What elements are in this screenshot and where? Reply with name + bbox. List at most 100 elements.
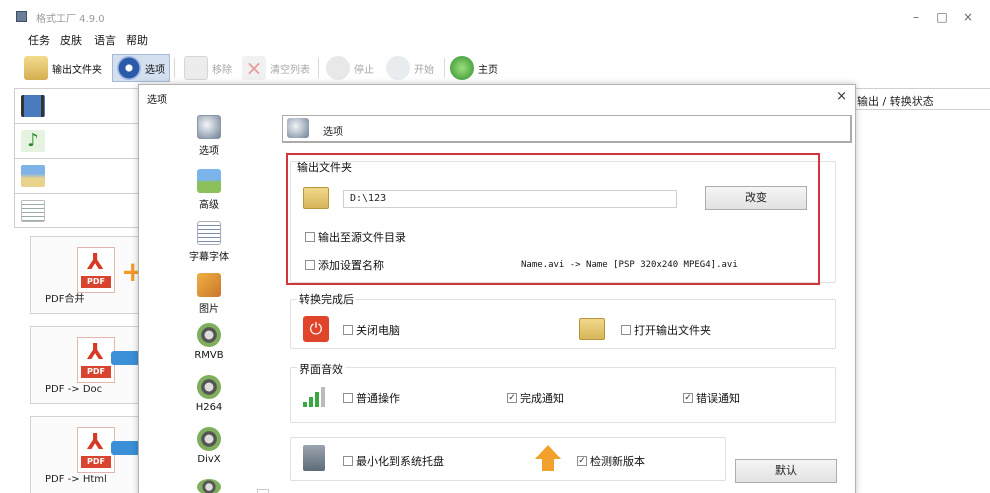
film-reel-icon	[197, 323, 221, 347]
pdf-file-icon: ⅄ PDF	[77, 247, 115, 293]
power-icon: ⏻	[303, 316, 329, 342]
checkbox-label: 普通操作	[356, 392, 400, 405]
checkbox-box[interactable]	[343, 393, 353, 403]
settings-gear-icon	[117, 56, 141, 80]
options-header-label: 选项	[323, 127, 343, 138]
category-audio[interactable]: ♪	[15, 124, 141, 159]
remove-button[interactable]: 移除	[184, 54, 232, 82]
minimize-button[interactable]: –	[908, 10, 924, 24]
options-header: 选项	[282, 115, 852, 143]
open-output-folder-checkbox[interactable]: 打开输出文件夹	[621, 322, 711, 338]
options-icon	[287, 118, 309, 138]
tile-pdf-to-doc[interactable]: ⅄ PDF PDF -> Doc	[30, 326, 143, 404]
start-button[interactable]: 开始	[386, 54, 434, 82]
film-reel-icon	[197, 427, 221, 451]
menu-task[interactable]: 任务	[28, 32, 50, 48]
update-arrow-stem	[542, 459, 554, 471]
nav-scrollbar[interactable]	[257, 489, 269, 493]
checkbox-label: 完成通知	[520, 392, 564, 405]
subtitle-doc-icon	[197, 221, 221, 245]
document-edit-icon	[21, 200, 45, 222]
window-title: 格式工厂 4.9.0	[36, 14, 105, 25]
check-update-checkbox[interactable]: ✓ 检测新版本	[577, 453, 645, 469]
status-column-header[interactable]: 输出 / 转换状态	[853, 88, 990, 110]
picture-icon	[197, 273, 221, 297]
checkbox-box[interactable]	[343, 456, 353, 466]
tile-pdf-merge[interactable]: ⅄ PDF + PDF合并	[30, 236, 144, 314]
tile-label: PDF -> Doc	[45, 384, 103, 395]
options-button[interactable]: 选项	[112, 54, 170, 82]
nav-item-subtitle-font[interactable]: 字幕字体	[179, 221, 239, 263]
document-tools-list: ⅄ PDF + PDF合并 ⅄ PDF PDF -> Doc ⅄ PDF PDF ->…	[30, 236, 144, 493]
checkbox-box[interactable]	[343, 325, 353, 335]
output-folder-label: 输出文件夹	[52, 64, 102, 76]
landscape-picture-icon	[21, 165, 45, 187]
default-button[interactable]: 默认	[735, 459, 837, 483]
dialog-close-icon[interactable]: ×	[836, 89, 847, 104]
dialog-title: 选项	[147, 95, 167, 106]
nav-label: DivX	[197, 454, 221, 465]
start-label: 开始	[414, 64, 434, 76]
clear-list-label: 清空列表	[270, 64, 310, 76]
start-play-icon	[386, 56, 410, 80]
normal-operation-checkbox[interactable]: 普通操作	[343, 390, 400, 406]
maximize-button[interactable]: □	[934, 10, 950, 24]
category-video[interactable]	[15, 89, 141, 124]
nav-item-divx[interactable]: DivX	[179, 427, 239, 465]
task-status-panel	[853, 110, 990, 493]
toolbar-separator	[444, 58, 445, 78]
checkbox-label: 关闭电脑	[356, 324, 400, 337]
category-picture[interactable]	[15, 159, 141, 194]
title-bar: 格式工厂 4.9.0 – □ ×	[0, 0, 990, 28]
tile-pdf-to-html[interactable]: ⅄ PDF PDF -> Html	[30, 416, 143, 493]
pdf-file-icon: ⅄ PDF	[77, 427, 115, 473]
stop-label: 停止	[354, 64, 374, 76]
after-conversion-title: 转换完成后	[297, 291, 356, 307]
menu-skin[interactable]: 皮肤	[60, 32, 82, 48]
folder-icon	[579, 318, 605, 340]
checkbox-box[interactable]: ✓	[577, 456, 587, 466]
checkbox-box[interactable]: ✓	[683, 393, 693, 403]
nav-item-picture[interactable]: 图片	[179, 273, 239, 315]
shutdown-checkbox[interactable]: 关闭电脑	[343, 322, 400, 338]
clear-x-icon: ×	[242, 56, 266, 80]
category-document[interactable]	[15, 194, 141, 229]
home-globe-icon	[450, 56, 474, 80]
film-reel-icon	[197, 479, 221, 493]
checkbox-label: 最小化到系统托盘	[356, 455, 444, 468]
error-notify-checkbox[interactable]: ✓ 错误通知	[683, 390, 740, 406]
close-button[interactable]: ×	[960, 10, 976, 24]
nav-item-more[interactable]	[179, 479, 239, 493]
nav-item-options[interactable]: 选项	[179, 115, 239, 157]
menu-help[interactable]: 帮助	[126, 32, 148, 48]
app-logo-icon	[16, 11, 27, 22]
menu-language[interactable]: 语言	[94, 32, 116, 48]
checkbox-box[interactable]	[621, 325, 631, 335]
done-notify-checkbox[interactable]: ✓ 完成通知	[507, 390, 564, 406]
stop-icon	[326, 56, 350, 80]
home-button[interactable]: 主页	[450, 54, 498, 82]
clear-list-button[interactable]: × 清空列表	[242, 54, 310, 82]
remove-label: 移除	[212, 64, 232, 76]
options-nav: 选项 高级 字幕字体 图片 RMVB H264 DivX	[179, 109, 239, 493]
stop-button[interactable]: 停止	[326, 54, 374, 82]
nav-item-h264[interactable]: H264	[179, 375, 239, 413]
system-tray-icon	[303, 445, 325, 471]
highlight-box	[286, 153, 820, 285]
nav-item-advanced[interactable]: 高级	[179, 169, 239, 211]
nav-label: H264	[195, 402, 223, 413]
output-folder-button[interactable]: 输出文件夹	[24, 54, 102, 82]
category-sidebar: ♪	[14, 88, 142, 228]
ui-sound-title: 界面音效	[297, 361, 345, 377]
options-dialog: 选项 × 选项 高级 字幕字体 图片 RMVB H264 DivX 选项 输出文…	[138, 84, 856, 493]
toolbar: 输出文件夹 选项 移除 × 清空列表 停止 开始 主页	[0, 50, 990, 86]
advanced-picture-icon	[197, 169, 221, 193]
nav-label: 高级	[199, 200, 219, 211]
minimize-tray-checkbox[interactable]: 最小化到系统托盘	[343, 453, 444, 469]
format-factory-app: 格式工厂 4.9.0 – □ × 任务 皮肤 语言 帮助 输出文件夹 选项 移除…	[0, 0, 990, 493]
nav-item-rmvb[interactable]: RMVB	[179, 323, 239, 361]
checkbox-box[interactable]: ✓	[507, 393, 517, 403]
toolbar-separator	[174, 58, 175, 78]
tile-label: PDF合并	[45, 294, 85, 305]
checkbox-label: 打开输出文件夹	[634, 324, 711, 337]
